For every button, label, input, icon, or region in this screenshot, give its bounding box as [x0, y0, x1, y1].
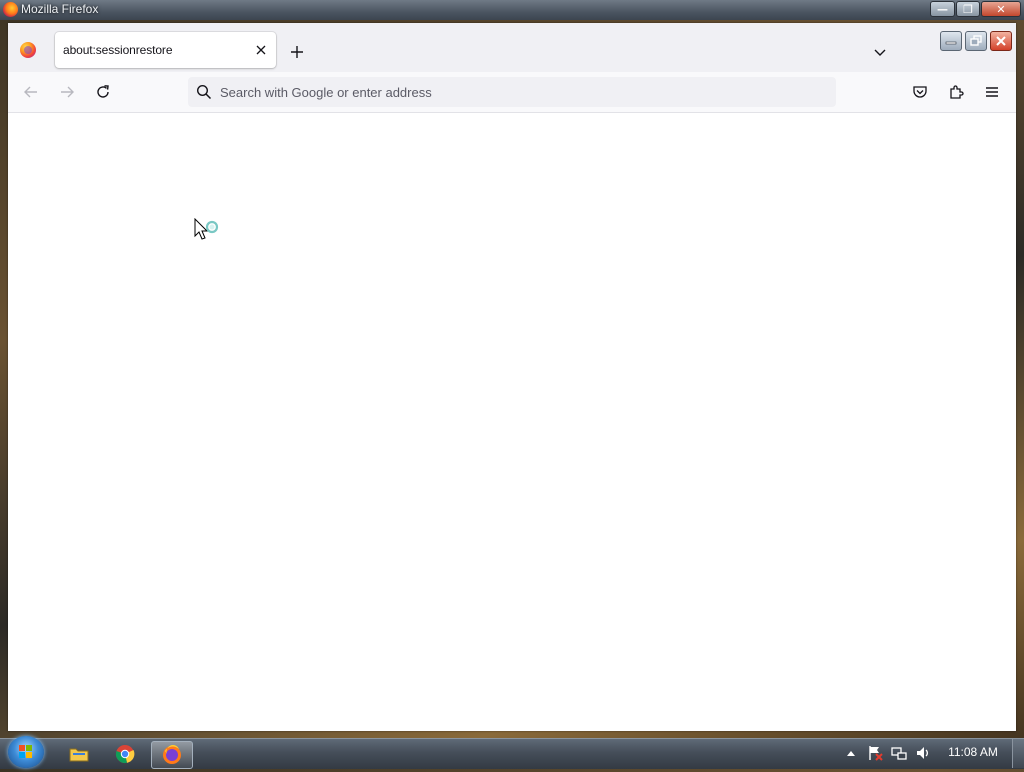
forward-button[interactable] [53, 80, 81, 104]
network-icon [891, 747, 907, 760]
os-restore-button[interactable]: ❐ [956, 1, 980, 17]
page-content[interactable] [8, 113, 1016, 731]
volume-icon[interactable] [914, 744, 932, 762]
minimize-icon [945, 41, 957, 45]
os-window-titlebar[interactable]: Mozilla Firefox — ❐ ✕ [0, 0, 1024, 20]
app-menu-button[interactable] [980, 80, 1004, 104]
network-icon[interactable] [890, 744, 908, 762]
taskbar-firefox[interactable] [151, 741, 193, 769]
plus-icon [291, 46, 303, 58]
start-button[interactable] [8, 736, 44, 768]
tab-close-button[interactable] [251, 40, 271, 60]
firefox-icon [163, 745, 181, 764]
os-close-button[interactable]: ✕ [981, 1, 1021, 17]
chevron-down-icon [874, 49, 886, 56]
firefox-app-icon [3, 2, 18, 17]
pocket-button[interactable] [908, 80, 932, 104]
reload-icon [97, 85, 109, 98]
taskbar-chrome[interactable] [105, 741, 145, 767]
search-icon [196, 84, 212, 100]
windows-logo-icon [19, 745, 32, 758]
restore-icon [970, 35, 982, 46]
hamburger-menu-icon [986, 87, 998, 97]
arrow-right-icon [61, 86, 74, 98]
back-button[interactable] [17, 80, 45, 104]
tab-title: about:sessionrestore [63, 43, 173, 57]
tab-sessionrestore[interactable]: about:sessionrestore [55, 32, 276, 68]
extensions-button[interactable] [944, 80, 968, 104]
reload-button[interactable] [89, 80, 117, 104]
taskbar-file-explorer[interactable] [59, 741, 99, 767]
close-icon [996, 36, 1006, 46]
list-all-tabs-button[interactable] [868, 40, 892, 64]
address-input[interactable] [220, 82, 820, 102]
restore-button[interactable] [965, 31, 987, 51]
show-hidden-icons-button[interactable] [842, 744, 860, 762]
os-minimize-button[interactable]: — [930, 1, 955, 17]
nav-toolbar [8, 72, 1016, 113]
show-desktop-button[interactable] [1012, 739, 1024, 768]
puzzle-icon [950, 85, 964, 99]
action-center-icon[interactable] [866, 744, 884, 762]
close-window-button[interactable] [990, 31, 1012, 51]
window-title: Mozilla Firefox [21, 2, 99, 16]
new-tab-button[interactable] [285, 40, 309, 64]
close-icon [256, 45, 266, 55]
url-bar[interactable] [188, 77, 836, 107]
flag-icon [869, 746, 883, 761]
chrome-icon [115, 745, 135, 764]
taskbar-clock[interactable]: 11:08 AM [940, 745, 1006, 759]
browser-window: about:sessionrestore [8, 23, 1016, 731]
busy-cursor-icon [194, 218, 219, 240]
minimize-button[interactable] [940, 31, 962, 51]
folder-icon [69, 748, 89, 762]
arrow-left-icon [24, 86, 37, 98]
speaker-icon [917, 747, 928, 759]
firefox-view-icon[interactable] [20, 42, 36, 58]
pocket-icon [913, 86, 927, 98]
tab-strip: about:sessionrestore [8, 23, 1016, 72]
chevron-up-icon [847, 751, 855, 756]
